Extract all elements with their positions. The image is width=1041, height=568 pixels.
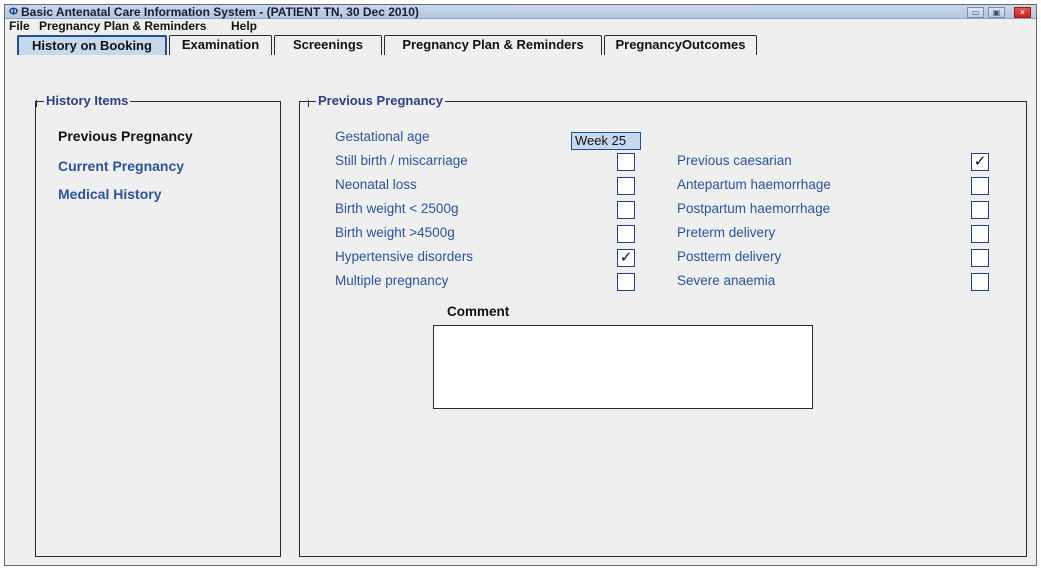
birth-weight-low-label: Birth weight < 2500g: [335, 201, 459, 216]
previous-caesarian-label: Previous caesarian: [677, 153, 792, 168]
hypertensive-disorders-checkbox[interactable]: ✓: [617, 249, 635, 267]
still-birth-checkbox[interactable]: [617, 153, 635, 171]
close-button[interactable]: ×: [1014, 7, 1031, 18]
app-window: Φ Basic Antenatal Care Information Syste…: [4, 4, 1037, 566]
history-items-panel: History Items Previous Pregnancy Current…: [35, 93, 281, 557]
history-item-medical-history[interactable]: Medical History: [58, 186, 161, 202]
severe-anaemia-label: Severe anaemia: [677, 273, 776, 288]
neonatal-loss-checkbox[interactable]: [617, 177, 635, 195]
menu-pregnancy-plan[interactable]: Pregnancy Plan & Reminders: [39, 19, 206, 34]
tab-history-on-booking[interactable]: History on Booking: [17, 35, 167, 55]
neonatal-loss-label: Neonatal loss: [335, 177, 417, 192]
app-icon: Φ: [9, 6, 19, 18]
comment-textarea[interactable]: [433, 325, 813, 409]
postpartum-haemorrhage-checkbox[interactable]: [971, 201, 989, 219]
title-bar[interactable]: Φ Basic Antenatal Care Information Syste…: [5, 5, 1036, 19]
postterm-delivery-checkbox[interactable]: [971, 249, 989, 267]
tab-pregnancy-plan[interactable]: Pregnancy Plan & Reminders: [384, 35, 602, 55]
still-birth-label: Still birth / miscarriage: [335, 153, 468, 168]
hypertensive-disorders-label: Hypertensive disorders: [335, 249, 474, 264]
gestational-age-field[interactable]: Week 25: [571, 132, 641, 150]
menu-file[interactable]: File: [9, 19, 30, 34]
menu-help[interactable]: Help: [231, 19, 257, 34]
postterm-delivery-label: Postterm delivery: [677, 249, 782, 264]
birth-weight-low-checkbox[interactable]: [617, 201, 635, 219]
window-title: Basic Antenatal Care Information System …: [21, 5, 419, 19]
previous-caesarian-checkbox[interactable]: ✓: [971, 153, 989, 171]
multiple-pregnancy-label: Multiple pregnancy: [335, 273, 449, 288]
birth-weight-high-checkbox[interactable]: [617, 225, 635, 243]
severe-anaemia-checkbox[interactable]: [971, 273, 989, 291]
preterm-delivery-label: Preterm delivery: [677, 225, 776, 240]
history-item-previous-pregnancy[interactable]: Previous Pregnancy: [58, 128, 193, 144]
preterm-delivery-checkbox[interactable]: [971, 225, 989, 243]
history-items-title: History Items: [35, 93, 131, 109]
tab-screenings[interactable]: Screenings: [274, 35, 382, 55]
previous-pregnancy-title: Previous Pregnancy: [308, 93, 445, 109]
birth-weight-high-label: Birth weight >4500g: [335, 225, 455, 240]
tab-pregnancy-outcomes[interactable]: PregnancyOutcomes: [604, 35, 757, 55]
tab-examination[interactable]: Examination: [169, 35, 272, 55]
maximize-button[interactable]: ▣: [988, 7, 1005, 18]
comment-label: Comment: [447, 304, 510, 319]
gestational-age-label: Gestational age: [335, 129, 430, 144]
antepartum-haemorrhage-checkbox[interactable]: [971, 177, 989, 195]
antepartum-haemorrhage-label: Antepartum haemorrhage: [677, 177, 831, 192]
postpartum-haemorrhage-label: Postpartum haemorrhage: [677, 201, 831, 216]
history-item-current-pregnancy[interactable]: Current Pregnancy: [58, 158, 184, 174]
menu-bar: File Pregnancy Plan & Reminders Help: [5, 19, 1036, 34]
multiple-pregnancy-checkbox[interactable]: [617, 273, 635, 291]
minimize-button[interactable]: ▭: [967, 7, 984, 18]
